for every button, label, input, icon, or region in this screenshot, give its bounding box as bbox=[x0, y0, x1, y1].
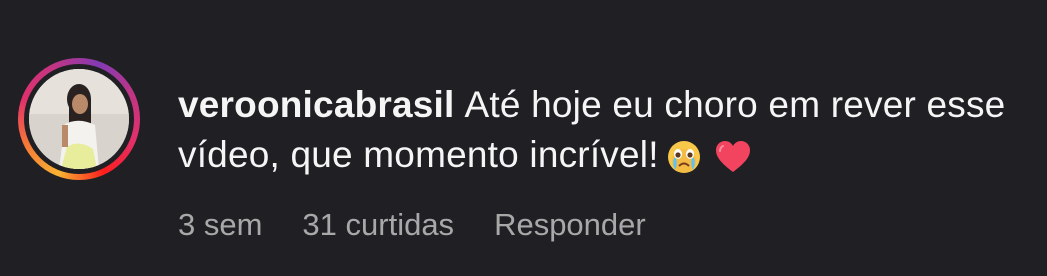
comment-item: veroonicabrasil Até hoje eu choro em reve… bbox=[0, 0, 1047, 276]
red-heart-emoji-icon bbox=[715, 137, 751, 187]
comment-meta: 3 sem 31 curtidas Responder bbox=[178, 205, 646, 245]
avatar-gap bbox=[24, 64, 134, 174]
avatar-photo bbox=[29, 69, 129, 169]
comment-body: veroonicabrasil Até hoje eu choro em reve… bbox=[178, 80, 1018, 187]
reply-button[interactable]: Responder bbox=[494, 205, 646, 245]
comment-time[interactable]: 3 sem bbox=[178, 205, 262, 245]
story-ring[interactable] bbox=[18, 58, 140, 180]
avatar[interactable] bbox=[29, 69, 129, 169]
likes-count[interactable]: 31 curtidas bbox=[302, 205, 454, 245]
crying-face-emoji-icon bbox=[667, 137, 701, 187]
username-link[interactable]: veroonicabrasil bbox=[178, 84, 455, 125]
